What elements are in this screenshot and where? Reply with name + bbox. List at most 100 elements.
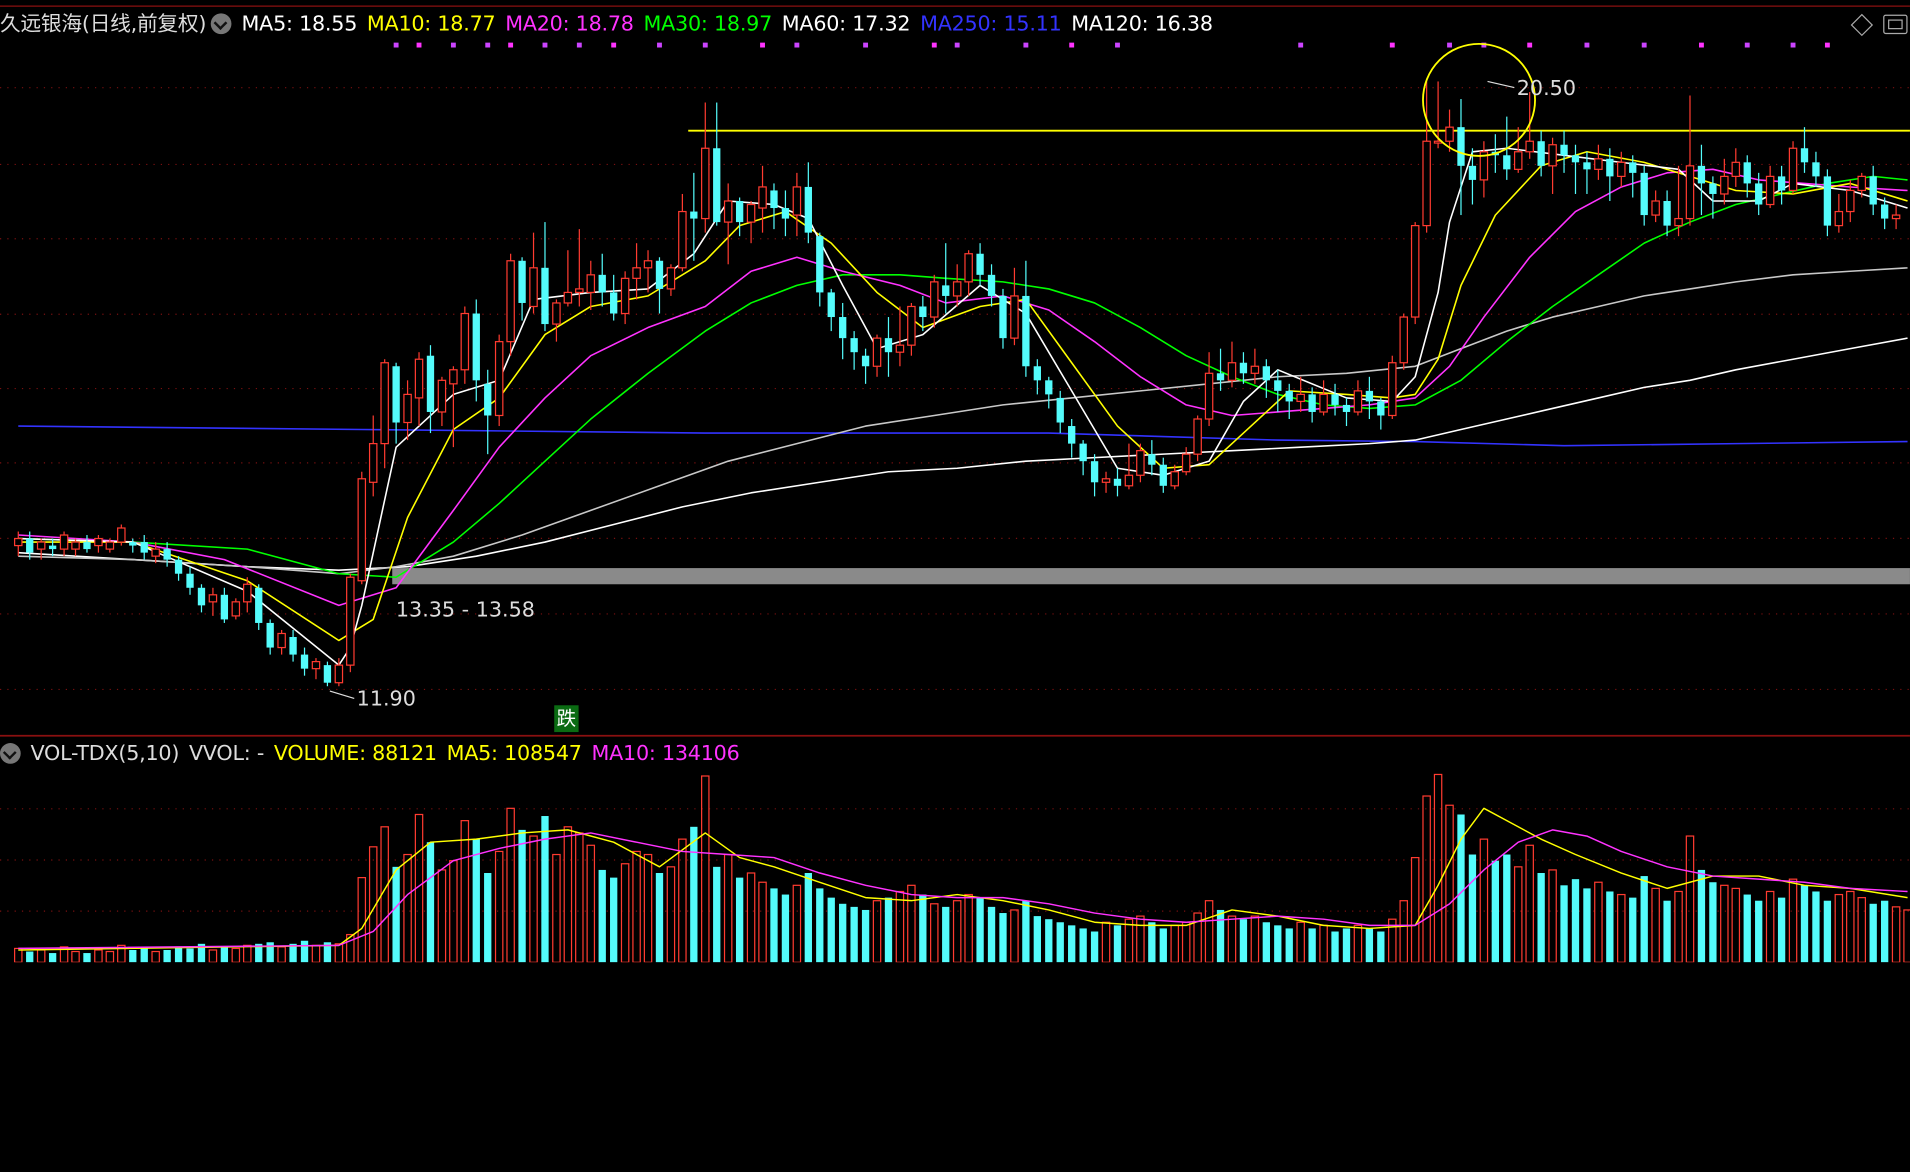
low-pointer — [329, 690, 355, 699]
candle-body — [999, 295, 1007, 339]
candle-body — [1319, 393, 1328, 413]
signal-marker — [450, 42, 456, 48]
signal-marker — [1744, 42, 1750, 48]
candle-body — [1731, 161, 1741, 177]
volume-bar — [586, 844, 596, 963]
volume-bar — [701, 775, 710, 963]
candle-body — [1788, 147, 1798, 192]
candle-body — [746, 203, 756, 223]
volume-bar — [1788, 878, 1798, 963]
ma-legend-item: MA10: 18.77 — [366, 12, 496, 37]
volume-bar — [666, 866, 676, 963]
candle-body — [94, 537, 103, 547]
signal-marker — [1584, 42, 1590, 48]
candle-body — [1891, 214, 1901, 220]
volume-bar — [1056, 922, 1064, 963]
volume-bar — [643, 853, 653, 963]
candle-body — [1148, 454, 1156, 465]
chevron-down-icon[interactable] — [0, 743, 21, 764]
ma60-line — [18, 267, 1908, 575]
volume-bar — [1491, 860, 1499, 963]
signal-marker — [702, 42, 708, 48]
volume-bar — [1812, 891, 1820, 963]
volume-bar — [1594, 881, 1603, 963]
candle-body — [460, 312, 470, 371]
vvol-label: VVOL: - — [188, 741, 265, 767]
stock-chart[interactable]: 20.50 11.90 13.35 - 13.58 — [0, 0, 1910, 963]
volume-bar — [1285, 928, 1293, 963]
volume-bar — [999, 913, 1007, 963]
volume-bar — [426, 842, 435, 963]
signal-marker — [416, 42, 422, 48]
candle-body — [1365, 390, 1374, 402]
volume-bar — [208, 949, 218, 963]
volume-indicator-name: VOL-TDX(5,10) — [30, 741, 180, 767]
window-toggle-icon[interactable] — [1883, 14, 1908, 35]
volume-bar — [1765, 890, 1775, 963]
volume-bar — [1571, 879, 1580, 963]
volume-bar — [1640, 876, 1648, 963]
volume-bar — [1697, 869, 1706, 963]
candle-body — [792, 186, 802, 216]
volume-ma10-value: MA10: 134106 — [591, 741, 740, 767]
volume-bar — [952, 900, 962, 963]
candle-body — [632, 267, 641, 279]
volume-bar — [1319, 924, 1328, 963]
candle-body — [368, 443, 378, 483]
volume-bar — [529, 835, 538, 963]
candle-body — [942, 285, 950, 296]
candle-body — [357, 478, 367, 582]
candle-body — [1583, 162, 1591, 170]
signal-marker — [794, 42, 800, 48]
candle-body — [494, 341, 504, 417]
signal-marker — [1298, 42, 1304, 48]
volume-bar — [71, 950, 80, 963]
volume-bar — [713, 866, 721, 963]
candle-body — [1457, 127, 1465, 166]
candle-body — [643, 260, 653, 269]
signal-marker — [542, 42, 548, 48]
volume-ma5-line — [18, 807, 1908, 951]
signal-marker — [954, 42, 960, 48]
signal-marker — [1069, 42, 1075, 48]
volume-bar — [1101, 921, 1111, 963]
volume-bar — [976, 897, 984, 963]
signal-marker — [1115, 42, 1120, 48]
signal-marker — [1023, 42, 1029, 48]
candle-body — [598, 274, 606, 293]
candle-body — [1079, 443, 1087, 462]
volume-bar — [1308, 928, 1316, 963]
high-pointer — [1487, 80, 1515, 89]
candle-body — [426, 355, 435, 412]
candle-body — [620, 277, 630, 315]
candle-body — [735, 200, 744, 223]
candle-body — [1193, 418, 1202, 455]
signal-marker — [1527, 42, 1533, 48]
ma20-line — [18, 168, 1908, 607]
candle-body — [952, 281, 962, 297]
candle-body — [1204, 372, 1214, 420]
candle-body — [919, 306, 927, 318]
volume-ma5-value: MA5: 108547 — [446, 741, 582, 767]
support-band — [392, 568, 1910, 585]
volume-bar — [1296, 921, 1305, 963]
volume-bar — [1674, 890, 1683, 963]
candle-body — [1056, 397, 1064, 423]
chevron-down-icon[interactable] — [211, 13, 232, 35]
volume-bar — [1846, 890, 1855, 963]
candle-body — [117, 527, 126, 543]
volume-bar — [460, 820, 470, 963]
volume-bar — [746, 872, 756, 963]
candle-body — [1777, 176, 1786, 191]
candle-body — [197, 587, 206, 606]
candle-body — [1296, 393, 1305, 403]
candle-body — [14, 537, 23, 547]
candle-body — [380, 362, 389, 445]
volume-bar — [163, 949, 171, 963]
candle-body — [163, 549, 171, 560]
signal-marker — [611, 42, 617, 48]
volume-value: VOLUME: 88121 — [273, 741, 437, 767]
candle-body — [1170, 471, 1179, 487]
volume-bar — [472, 839, 480, 963]
volume-bar — [1800, 885, 1809, 963]
